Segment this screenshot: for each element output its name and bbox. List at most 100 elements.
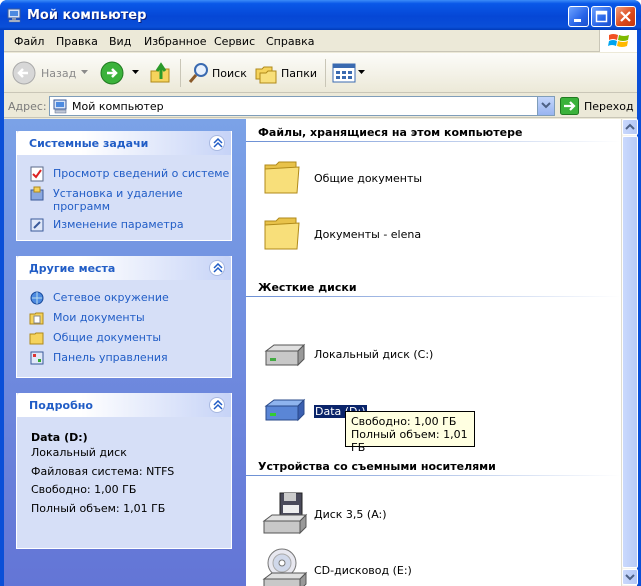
item-label[interactable]: Локальный диск (C:) (314, 348, 433, 361)
tooltip-free-space: Свободно: 1,00 ГБ (351, 415, 457, 428)
up-folder-button[interactable] (149, 61, 173, 85)
toolbar-separator (180, 59, 181, 87)
my-documents-icon (29, 312, 44, 325)
toolbar: Назад Поиск Папки (4, 53, 637, 93)
views-dropdown-icon[interactable] (358, 70, 365, 75)
floppy-drive-icon (262, 492, 308, 535)
group-header: Файлы, хранящиеся на этом компьютере (258, 126, 523, 139)
group-divider (246, 475, 621, 476)
item-label[interactable]: CD-дисковод (E:) (314, 564, 412, 577)
close-icon (620, 11, 631, 22)
details-name: Data (D:) (31, 431, 88, 444)
maximize-button[interactable] (591, 6, 612, 27)
minimize-icon (574, 19, 581, 22)
forward-arrow-icon (100, 61, 124, 85)
other-places-header[interactable]: Другие места (17, 256, 231, 280)
group-divider (246, 141, 621, 142)
search-icon (188, 63, 208, 83)
details-title[interactable]: Подробно (29, 399, 93, 412)
menu-tools[interactable]: Сервис (214, 35, 255, 48)
control-panel-icon (30, 351, 44, 365)
tooltip-total-size: Полный объем: 1,01 ГБ (351, 428, 468, 454)
search-button[interactable] (187, 61, 211, 85)
other-places-panel: Другие места Сетевое окружение Мои докум… (16, 256, 232, 378)
place-label[interactable]: Мои документы (53, 311, 145, 324)
views-icon (332, 63, 356, 83)
place-label[interactable]: Сетевое окружение (53, 291, 169, 304)
task-label[interactable]: Просмотр сведений о системе (53, 167, 229, 180)
address-label: Адрес: (8, 100, 47, 113)
collapse-button[interactable] (209, 135, 225, 151)
forward-button[interactable] (100, 61, 124, 85)
group-divider (246, 296, 621, 297)
other-places-title[interactable]: Другие места (29, 262, 115, 275)
address-value: Мой компьютер (72, 100, 164, 113)
place-label[interactable]: Общие документы (53, 331, 161, 344)
back-button[interactable] (12, 61, 36, 85)
menu-favorites[interactable]: Избранное (144, 35, 206, 48)
window-title: Мой компьютер (27, 8, 147, 23)
chevron-down-icon (541, 102, 551, 109)
task-label-continued[interactable]: программ (53, 200, 110, 213)
windows-logo (599, 30, 637, 52)
system-info-icon (30, 166, 44, 182)
details-header[interactable]: Подробно (17, 393, 231, 417)
my-computer-icon (7, 8, 21, 23)
close-button[interactable] (615, 6, 636, 27)
menu-help[interactable]: Справка (266, 35, 314, 48)
go-label[interactable]: Переход (584, 100, 634, 113)
collapse-button[interactable] (209, 397, 225, 413)
drive-tooltip: Свободно: 1,00 ГБ Полный объем: 1,01 ГБ (345, 411, 475, 454)
task-label[interactable]: Изменение параметра (53, 218, 184, 231)
details-total-size: Полный объем: 1,01 ГБ (31, 502, 166, 515)
menu-file[interactable]: Файл (14, 35, 44, 48)
add-remove-programs-icon (30, 186, 44, 201)
place-label[interactable]: Панель управления (53, 351, 168, 364)
collapse-button[interactable] (209, 260, 225, 276)
scroll-thumb[interactable] (622, 136, 638, 568)
network-icon (30, 291, 44, 305)
system-tasks-title[interactable]: Системные задачи (29, 137, 148, 150)
details-filesystem: Файловая система: NTFS (31, 465, 175, 478)
item-label[interactable]: Документы - elena (314, 228, 421, 241)
back-dropdown-icon[interactable] (81, 70, 88, 75)
item-label[interactable]: Общие документы (314, 172, 422, 185)
address-input[interactable]: Мой компьютер (49, 96, 555, 116)
menu-view[interactable]: Вид (109, 35, 131, 48)
folders-label[interactable]: Папки (281, 67, 317, 80)
task-label[interactable]: Установка и удаление (53, 187, 183, 200)
title-bar[interactable]: Мой компьютер (0, 0, 641, 30)
forward-dropdown-icon[interactable] (132, 70, 139, 75)
up-folder-icon (150, 62, 170, 83)
views-button[interactable] (332, 61, 356, 85)
system-tasks-header[interactable]: Системные задачи (17, 131, 231, 155)
scroll-up-button[interactable] (622, 119, 638, 135)
explorer-window: Мой компьютер Файл Правка Вид Избранное … (0, 0, 641, 586)
folders-icon (255, 66, 277, 84)
shared-folder-icon (29, 332, 44, 345)
search-label[interactable]: Поиск (212, 67, 247, 80)
details-type: Локальный диск (31, 446, 127, 459)
client-area: Файл Правка Вид Избранное Сервис Справка (4, 30, 638, 586)
back-label[interactable]: Назад (41, 67, 76, 80)
hard-drive-icon (264, 343, 306, 367)
minimize-button[interactable] (568, 6, 589, 27)
content-pane: Файлы, хранящиеся на этом компьютере Общ… (246, 119, 621, 586)
chevron-up-double-icon (213, 263, 223, 273)
windows-flag-icon (608, 34, 629, 47)
toolbar-separator (325, 59, 326, 87)
go-arrow-icon (560, 97, 579, 115)
scroll-down-button[interactable] (622, 569, 638, 585)
chevron-up-icon (625, 123, 635, 130)
address-bar: Адрес: Мой компьютер Переход (4, 94, 637, 118)
menu-edit[interactable]: Правка (56, 35, 98, 48)
control-panel-icon (30, 218, 44, 232)
folders-button[interactable] (254, 61, 278, 85)
vertical-scrollbar[interactable] (621, 119, 638, 586)
address-dropdown-button[interactable] (537, 97, 554, 115)
item-label[interactable]: Диск 3,5 (A:) (314, 508, 387, 521)
go-button[interactable] (560, 97, 579, 118)
folder-icon (264, 217, 300, 250)
group-header: Жесткие диски (258, 281, 357, 294)
folder-icon (264, 161, 300, 194)
